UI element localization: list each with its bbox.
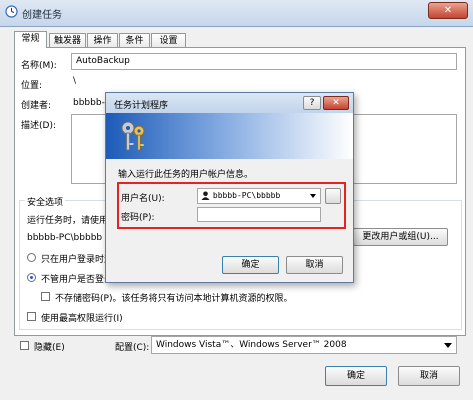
window-title: 创建任务 <box>22 10 62 21</box>
cancel-button[interactable]: 取消 <box>398 366 460 386</box>
username-label: 用户名(U): <box>121 194 165 204</box>
clock-icon <box>5 5 18 18</box>
browse-user-button[interactable] <box>325 188 341 204</box>
username-select[interactable]: bbbbb-PC\bbbbb <box>197 188 321 204</box>
close-icon: ✕ <box>443 5 453 16</box>
help-icon: ? <box>309 98 315 108</box>
keys-icon <box>118 119 148 153</box>
dialog-banner <box>106 113 353 159</box>
tab-settings[interactable]: 设置 <box>151 33 186 48</box>
name-input[interactable]: AutoBackup <box>71 53 457 70</box>
username-value: bbbbb-PC\bbbbb <box>212 191 281 200</box>
chevron-down-icon <box>444 343 452 348</box>
password-input[interactable] <box>197 207 321 222</box>
configure-value: Windows Vista™、Windows Server™ 2008 <box>156 340 347 350</box>
run-as-value: bbbbb-PC\bbbbb <box>27 233 103 243</box>
hidden-checkbox[interactable] <box>20 341 29 350</box>
ok-button[interactable]: 确定 <box>325 366 387 386</box>
hidden-label: 隐藏(E) <box>34 343 65 353</box>
name-value: AutoBackup <box>76 56 130 66</box>
tab-general[interactable]: 常规 <box>14 31 47 48</box>
description-label: 描述(D): <box>21 121 56 131</box>
close-icon: ✕ <box>332 98 340 108</box>
dialog-title: 任务计划程序 <box>114 101 169 111</box>
user-icon <box>201 191 210 200</box>
window-close-button[interactable]: ✕ <box>428 2 468 19</box>
tab-conditions[interactable]: 条件 <box>119 33 150 48</box>
tab-actions[interactable]: 操作 <box>87 33 118 48</box>
security-group-label: 安全选项 <box>25 195 66 208</box>
tab-triggers[interactable]: 触发器 <box>49 33 86 48</box>
dialog-titlebar: 任务计划程序 ? ✕ <box>106 93 353 113</box>
task-scheduler-dialog: 任务计划程序 ? ✕ 输入运行此任务的用户帐户信息。 用户名(U): bbbbb… <box>105 92 354 283</box>
highest-privileges-label: 使用最高权限运行(I) <box>41 314 123 324</box>
chevron-down-icon <box>310 194 316 198</box>
dialog-help-button[interactable]: ? <box>303 96 321 110</box>
dont-store-password-checkbox[interactable] <box>41 292 50 301</box>
whether-logged-on-radio[interactable] <box>27 273 36 282</box>
location-value: \ <box>73 76 77 86</box>
name-label: 名称(M): <box>21 61 57 71</box>
highest-privileges-checkbox[interactable] <box>27 312 36 321</box>
configure-select[interactable]: Windows Vista™、Windows Server™ 2008 <box>151 336 457 354</box>
dialog-ok-button[interactable]: 确定 <box>222 256 279 274</box>
password-label: 密码(P): <box>121 213 155 223</box>
location-label: 位置: <box>21 81 43 91</box>
change-user-button[interactable]: 更改用户或组(U)... <box>353 228 448 246</box>
dialog-close-button[interactable]: ✕ <box>323 96 349 110</box>
dont-store-password-label: 不存储密码(P)。该任务将只有访问本地计算机资源的权限。 <box>55 294 293 304</box>
window-titlebar: 创建任务 ✕ <box>0 0 473 27</box>
dialog-cancel-button[interactable]: 取消 <box>286 256 343 274</box>
dialog-prompt: 输入运行此任务的用户帐户信息。 <box>118 170 254 180</box>
configure-label: 配置(C): <box>115 343 150 353</box>
only-logged-on-radio[interactable] <box>27 253 36 262</box>
author-label: 创建者: <box>21 101 52 111</box>
